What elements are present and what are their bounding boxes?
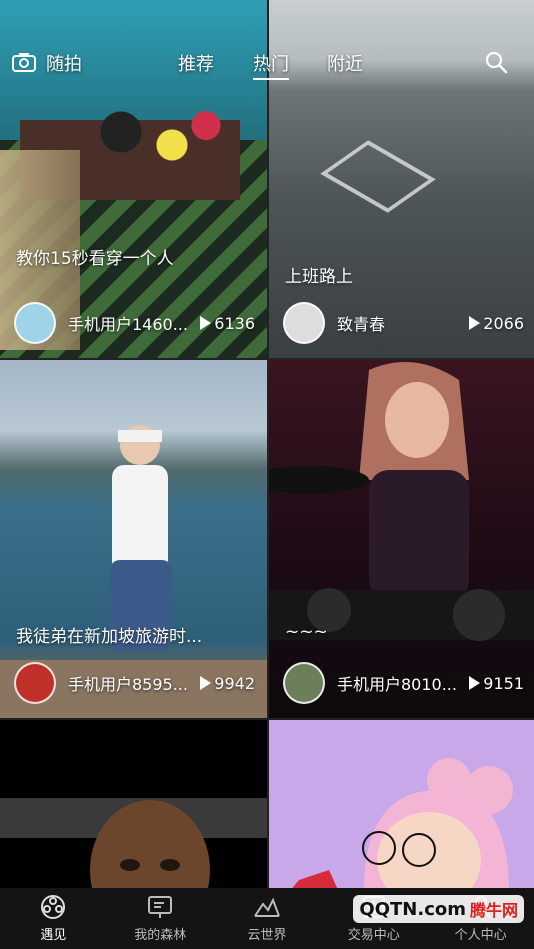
nav-cloud-world[interactable]: 云世界 [214,888,321,949]
video-meta: 手机用户1460... 6136 [14,302,255,344]
play-count-value: 9942 [214,673,255,693]
author-name[interactable]: 手机用户1460... [68,311,194,335]
video-caption: 上班路上 [285,267,353,287]
tab-nearby[interactable]: 附近 [327,50,363,76]
video-card[interactable] [269,720,534,892]
nav-label: 我的森林 [134,928,187,943]
play-count-value: 9151 [483,673,524,693]
video-meta: 手机用户8595... 9942 [14,662,255,704]
play-count-value: 2066 [483,313,524,333]
video-card[interactable]: 我徒弟在新加坡旅游时... 手机用户8595... 9942 [0,360,267,718]
play-count: 9942 [200,674,255,693]
play-icon [200,316,212,330]
play-icon [469,316,481,330]
nav-my-forest[interactable]: 我的森林 [107,888,214,949]
tab-suipai[interactable]: 随拍 [46,50,82,76]
scene-portrait [0,798,267,892]
avatar[interactable] [14,662,56,704]
play-count: 6136 [200,314,255,333]
author-name[interactable]: 致青春 [337,311,463,335]
film-reel-icon [41,895,66,919]
nav-label: 云世界 [247,928,287,943]
avatar[interactable] [283,662,325,704]
watermark: QQTN.com 腾牛网 [353,895,524,923]
forest-board-icon [148,896,173,918]
video-meta: 手机用户8010... 9151 [283,662,524,704]
tab-recommend[interactable]: 推荐 [178,50,214,76]
top-tab-bar: 随拍 推荐 热门 附近 [0,40,534,84]
mountain-icon [254,897,280,917]
video-grid: 教你15秒看穿一个人 手机用户1460... 6136 上班路上 致青春 206… [0,0,534,892]
video-caption: 我徒弟在新加坡旅游时... [16,627,203,647]
play-count-value: 6136 [214,313,255,333]
scene-people [70,80,240,210]
play-icon [469,676,481,690]
scene-cartoon-girl [289,758,513,892]
play-icon [200,676,212,690]
author-name[interactable]: 手机用户8010... [337,671,463,695]
video-meta: 致青春 2066 [283,302,524,344]
watermark-logo: QQTN.com [359,898,466,920]
nav-label: 遇见 [40,928,67,943]
nav-label: 交易中心 [347,928,400,943]
search-icon[interactable] [484,50,508,74]
video-card[interactable] [0,720,267,892]
nav-label: 个人中心 [454,928,507,943]
video-caption: ~~~ [285,622,328,642]
video-caption: 教你15秒看穿一个人 [16,249,174,269]
road-marking [320,140,436,213]
author-name[interactable]: 手机用户8595... [68,671,194,695]
video-card[interactable]: ~~~ 手机用户8010... 9151 [269,360,534,718]
play-count: 9151 [469,674,524,693]
play-count: 2066 [469,314,524,333]
camera-icon[interactable] [12,52,36,72]
nav-meet[interactable]: 遇见 [0,888,107,949]
avatar[interactable] [14,302,56,344]
avatar[interactable] [283,302,325,344]
tab-hot[interactable]: 热门 [253,50,289,80]
watermark-text: 腾牛网 [469,901,518,920]
